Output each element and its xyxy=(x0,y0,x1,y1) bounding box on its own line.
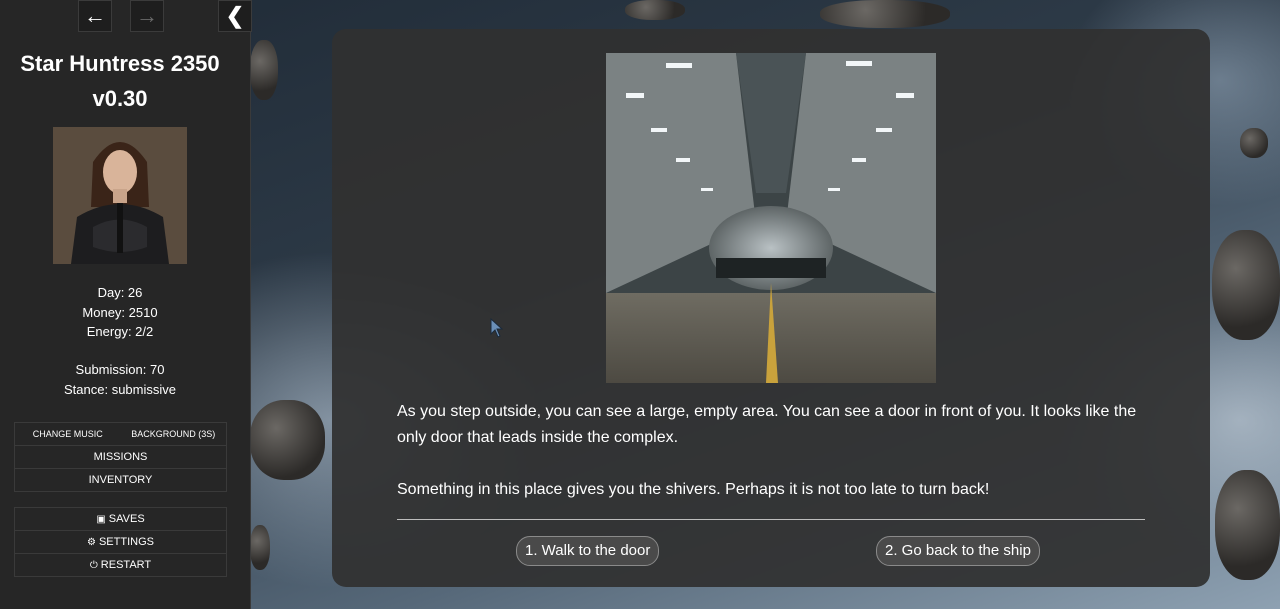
mouse-cursor-icon xyxy=(490,317,504,343)
inventory-button[interactable]: INVENTORY xyxy=(15,469,226,491)
asteroid-rock xyxy=(625,0,685,20)
floppy-disk-icon: ▣ xyxy=(96,513,106,525)
asteroid-rock xyxy=(250,525,270,570)
collapse-sidebar-button[interactable]: ❮ xyxy=(218,0,252,32)
game-title: Star Huntress 2350 v0.30 xyxy=(0,46,240,116)
stat-stance: Stance: submissive xyxy=(64,381,176,397)
game-version: v0.30 xyxy=(92,86,148,111)
scene-image xyxy=(606,53,936,383)
system-menu: ▣ SAVES ⚙ SETTINGS ⏻ RESTART xyxy=(14,507,227,577)
restart-label: RESTART xyxy=(100,559,152,571)
story-paragraph: As you step outside, you can see a large… xyxy=(397,403,1137,446)
saves-button[interactable]: ▣ SAVES xyxy=(15,508,226,531)
story-panel: As you step outside, you can see a large… xyxy=(332,29,1210,587)
missions-label: MISSIONS xyxy=(93,451,148,463)
asteroid-rock xyxy=(1240,128,1268,158)
sidebar: ← → ❮ Star Huntress 2350 v0.30 Day: 26 M… xyxy=(0,0,252,609)
asteroid-rock xyxy=(250,400,325,480)
settings-button[interactable]: ⚙ SETTINGS xyxy=(15,531,226,554)
asteroid-rock xyxy=(1215,470,1280,580)
restart-button[interactable]: ⏻ RESTART xyxy=(15,554,226,576)
asteroid-rock xyxy=(250,40,278,100)
forward-button[interactable]: → xyxy=(130,0,164,32)
arrow-left-icon: ← xyxy=(84,3,106,28)
game-menu: CHANGE MUSIC BACKGROUND (3S) MISSIONS IN… xyxy=(14,422,227,492)
power-icon: ⏻ xyxy=(89,559,98,571)
asteroid-rock xyxy=(820,0,950,28)
stat-submission: Submission: 70 xyxy=(75,362,165,377)
choice-go-back-to-ship[interactable]: 2. Go back to the ship xyxy=(876,536,1040,566)
arrow-right-icon: → xyxy=(136,3,158,28)
character-stats: Submission: 70 Stance: submissive xyxy=(0,360,240,399)
stat-energy: Energy: 2/2 xyxy=(86,324,154,339)
game-title-name: Star Huntress 2350 xyxy=(20,51,220,76)
change-music-button[interactable]: CHANGE MUSIC xyxy=(15,429,121,439)
chevron-left-icon: ❮ xyxy=(225,3,245,28)
divider xyxy=(397,519,1145,520)
background-button[interactable]: BACKGROUND (3S) xyxy=(121,429,227,439)
gear-icon: ⚙ xyxy=(87,536,96,548)
stat-money: Money: 2510 xyxy=(82,304,158,320)
resource-stats: Day: 26 Money: 2510 Energy: 2/2 xyxy=(0,283,240,342)
story-paragraph: Something in this place gives you the sh… xyxy=(397,481,990,498)
character-portrait xyxy=(53,127,187,264)
settings-label: SETTINGS xyxy=(98,536,154,548)
asteroid-rock xyxy=(1212,230,1280,340)
back-button[interactable]: ← xyxy=(78,0,112,32)
saves-label: SAVES xyxy=(108,513,145,525)
story-text: As you step outside, you can see a large… xyxy=(397,399,1157,529)
inventory-label: INVENTORY xyxy=(88,474,153,486)
menu-row-audio-background: CHANGE MUSIC BACKGROUND (3S) xyxy=(15,423,226,446)
missions-button[interactable]: MISSIONS xyxy=(15,446,226,469)
choice-walk-to-door[interactable]: 1. Walk to the door xyxy=(516,536,660,566)
stat-day: Day: 26 xyxy=(97,285,143,300)
